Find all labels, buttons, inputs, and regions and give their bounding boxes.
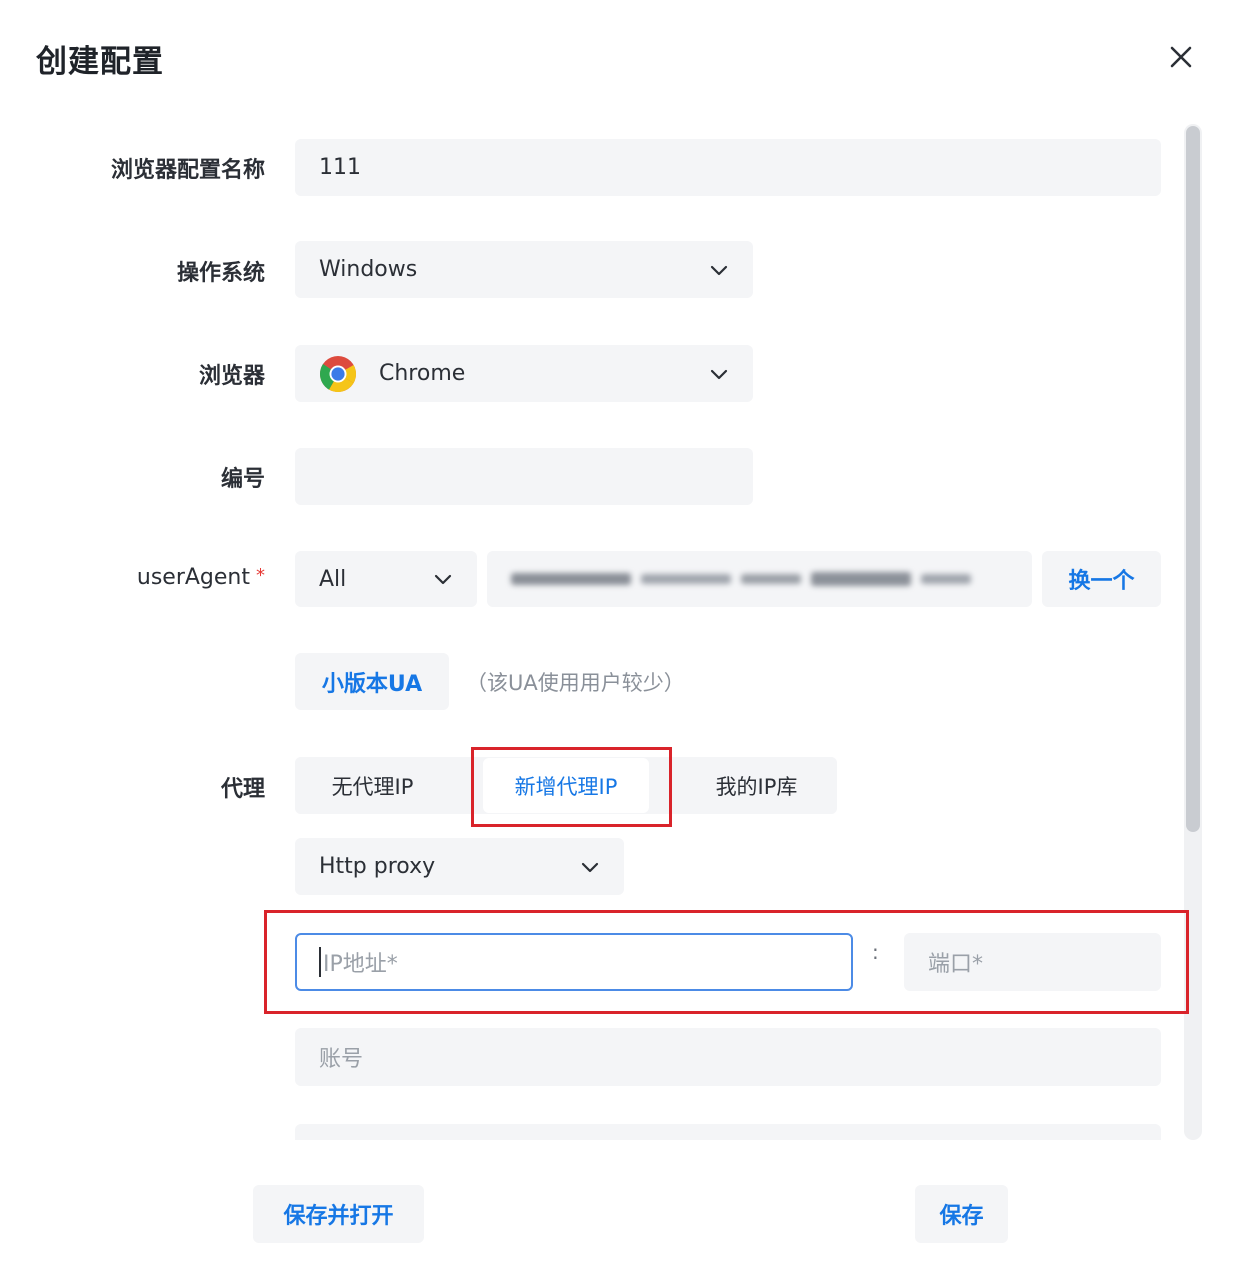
serial-label: 编号 xyxy=(220,467,265,492)
proxy-password-input-partial[interactable] xyxy=(295,1124,1161,1140)
tab-my-ip-library[interactable]: 我的IP库 xyxy=(676,757,837,814)
proxy-protocol-value: Http proxy xyxy=(319,854,436,879)
minor-ua-button[interactable]: 小版本UA xyxy=(295,653,449,710)
chevron-down-icon xyxy=(710,369,728,379)
dialog-title: 创建配置 xyxy=(36,44,164,80)
browser-label: 浏览器 xyxy=(198,364,265,389)
user-agent-string-field[interactable] xyxy=(487,551,1032,607)
proxy-label: 代理 xyxy=(220,777,265,802)
browser-value: Chrome xyxy=(379,361,466,386)
proxy-port-placeholder: 端口* xyxy=(928,952,984,977)
save-button[interactable]: 保存 xyxy=(915,1185,1008,1243)
highlight-new-proxy-tab xyxy=(471,747,672,827)
user-agent-string-redacted xyxy=(511,572,971,586)
os-label: 操作系统 xyxy=(176,261,265,286)
chrome-icon xyxy=(319,355,356,392)
profile-name-value: 111 xyxy=(319,155,361,180)
user-agent-label-text: userAgent xyxy=(136,565,250,590)
profile-name-input[interactable]: 111 xyxy=(295,139,1161,196)
chevron-down-icon xyxy=(434,574,452,585)
proxy-account-placeholder: 账号 xyxy=(319,1047,364,1072)
os-value: Windows xyxy=(319,257,418,282)
close-button[interactable] xyxy=(1160,36,1202,78)
close-icon xyxy=(1170,46,1192,68)
user-agent-label: userAgent * xyxy=(137,565,265,590)
proxy-port-input[interactable]: 端口* xyxy=(904,933,1161,991)
chevron-down-icon xyxy=(710,265,728,275)
proxy-account-input[interactable]: 账号 xyxy=(295,1028,1161,1086)
minor-ua-note: （该UA使用用户较少） xyxy=(466,671,685,695)
proxy-ip-input[interactable]: IP地址* xyxy=(295,933,853,991)
required-mark: * xyxy=(256,565,265,586)
user-agent-type-select[interactable]: All xyxy=(295,551,477,607)
user-agent-type-value: All xyxy=(319,566,347,592)
ip-port-separator: : xyxy=(872,940,879,964)
serial-input[interactable] xyxy=(295,448,753,505)
proxy-protocol-select[interactable]: Http proxy xyxy=(295,838,624,895)
os-select[interactable]: Windows xyxy=(295,241,753,298)
scrollbar-thumb[interactable] xyxy=(1186,126,1200,832)
browser-select[interactable]: Chrome xyxy=(295,345,753,402)
tab-no-proxy[interactable]: 无代理IP xyxy=(295,757,450,814)
chevron-down-icon xyxy=(581,862,599,872)
switch-ua-button[interactable]: 换一个 xyxy=(1042,551,1161,607)
text-cursor xyxy=(319,947,321,977)
profile-name-label: 浏览器配置名称 xyxy=(110,158,265,183)
save-and-open-button[interactable]: 保存并打开 xyxy=(253,1185,424,1243)
proxy-ip-placeholder: IP地址* xyxy=(323,952,398,977)
